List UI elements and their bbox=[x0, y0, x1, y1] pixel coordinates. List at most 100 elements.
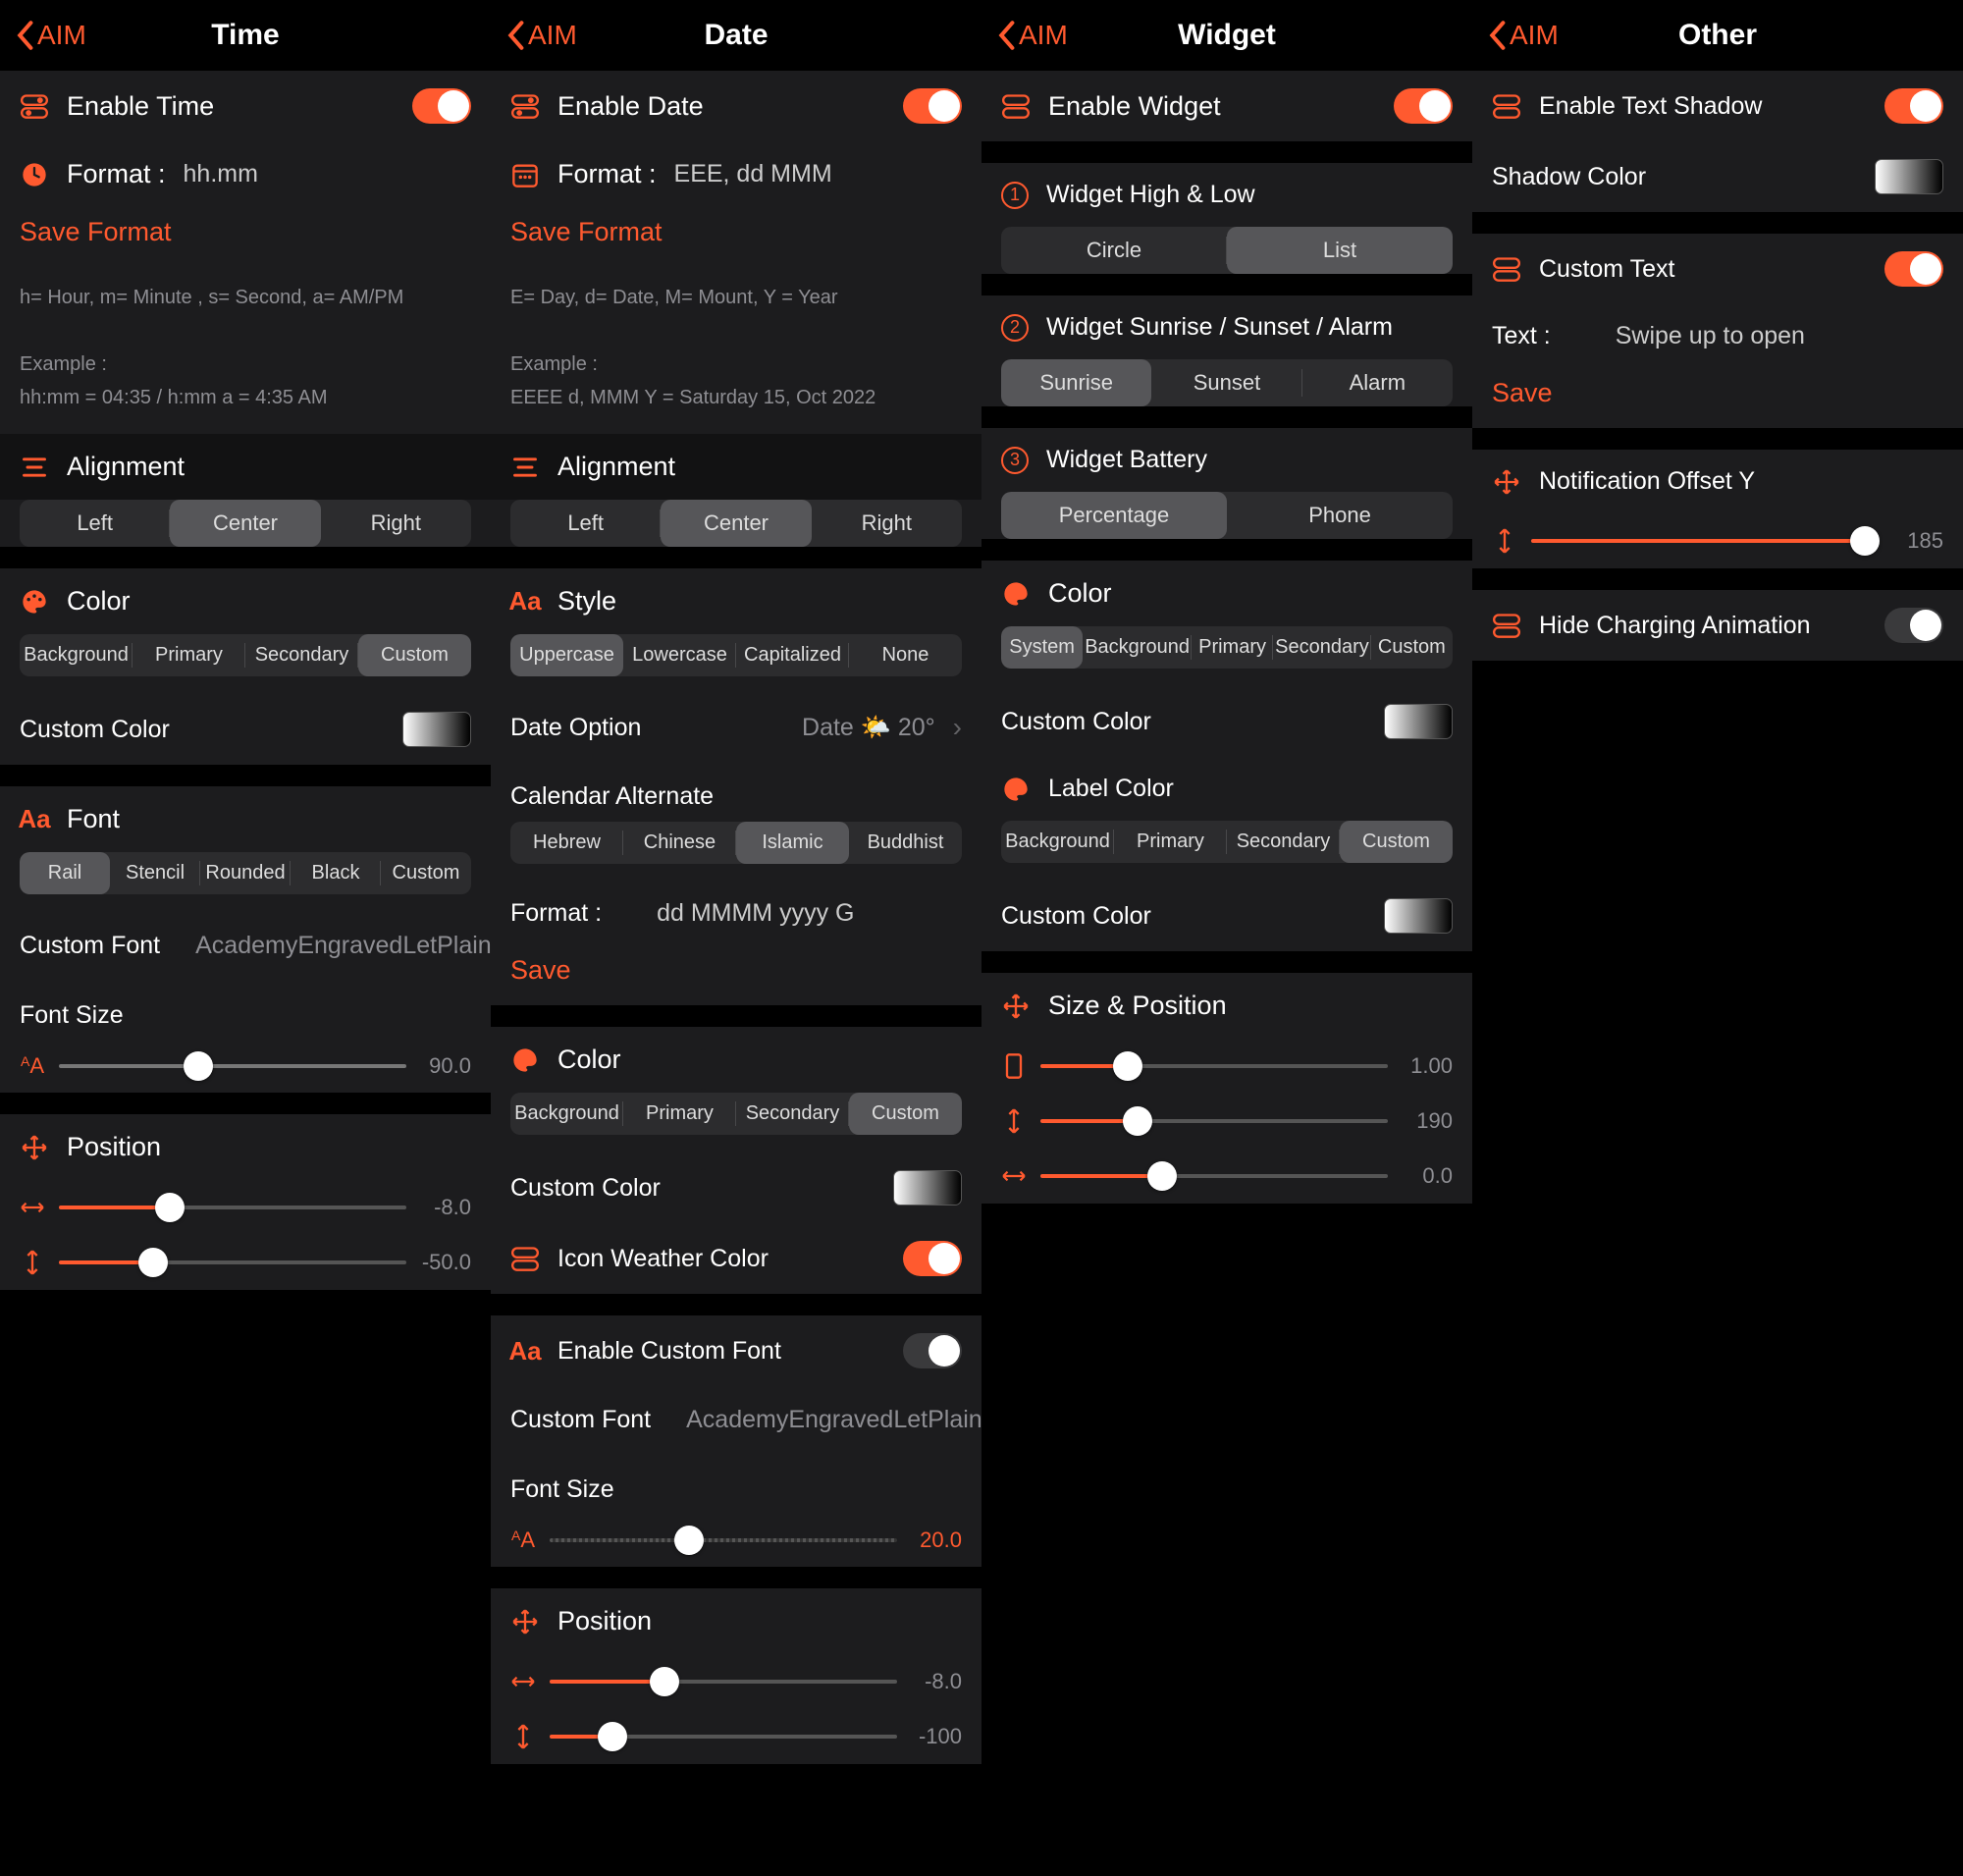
widget-pos-x-slider[interactable] bbox=[1040, 1174, 1388, 1178]
cal-hebrew[interactable]: Hebrew bbox=[510, 822, 623, 864]
font-custom[interactable]: Custom bbox=[381, 852, 471, 894]
w2-alarm[interactable]: Alarm bbox=[1302, 359, 1453, 406]
style-lower[interactable]: Lowercase bbox=[623, 634, 736, 676]
format-row[interactable]: Format : EEE, dd MMM bbox=[491, 141, 982, 207]
color-bg[interactable]: Background bbox=[20, 634, 133, 676]
pos-x-slider[interactable] bbox=[550, 1680, 897, 1684]
save-format-button[interactable]: Save Format bbox=[0, 207, 491, 267]
text-input-row[interactable]: Text : Swipe up to open bbox=[1472, 304, 1963, 368]
align-right[interactable]: Right bbox=[321, 500, 471, 547]
format-row[interactable]: Format : hh.mm bbox=[0, 141, 491, 207]
hide-charging-row: Hide Charging Animation bbox=[1472, 590, 1963, 661]
color-swatch[interactable] bbox=[893, 1170, 962, 1206]
widget3-segment[interactable]: Percentage Phone bbox=[1001, 492, 1453, 539]
save-format-button[interactable]: Save Format bbox=[491, 207, 982, 267]
widget-pos-y-slider[interactable] bbox=[1040, 1119, 1388, 1123]
custom-font-row[interactable]: Custom Font AcademyEngravedLetPlain › bbox=[0, 912, 491, 979]
pos-x-slider[interactable] bbox=[59, 1206, 406, 1209]
color-swatch[interactable] bbox=[402, 712, 471, 747]
color-segment[interactable]: Background Primary Secondary Custom bbox=[510, 1093, 962, 1135]
color-secondary[interactable]: Secondary bbox=[736, 1093, 849, 1135]
font-rail[interactable]: Rail bbox=[20, 852, 110, 894]
color-segment[interactable]: Background Primary Secondary Custom bbox=[20, 634, 471, 676]
text-shadow-toggle[interactable] bbox=[1884, 88, 1943, 124]
back-button[interactable]: AIM bbox=[14, 20, 86, 51]
alignment-segment[interactable]: Left Center Right bbox=[510, 500, 962, 547]
font-rounded[interactable]: Rounded bbox=[200, 852, 291, 894]
notification-offset-header: Notification Offset Y bbox=[1472, 450, 1963, 513]
enable-widget-toggle[interactable] bbox=[1394, 88, 1453, 124]
color-swatch[interactable] bbox=[1875, 159, 1943, 194]
back-button[interactable]: AIM bbox=[1486, 20, 1559, 51]
color-segment[interactable]: System Background Primary Secondary Cust… bbox=[1001, 626, 1453, 669]
align-center[interactable]: Center bbox=[661, 500, 811, 547]
save-button[interactable]: Save bbox=[1472, 368, 1963, 428]
enable-font-toggle[interactable] bbox=[903, 1333, 962, 1368]
custom-color-label: Custom Color bbox=[510, 1174, 661, 1203]
back-button[interactable]: AIM bbox=[995, 20, 1068, 51]
color-bg[interactable]: Background bbox=[1083, 626, 1192, 669]
label-primary[interactable]: Primary bbox=[1114, 821, 1227, 863]
font-black[interactable]: Black bbox=[291, 852, 381, 894]
scale-slider[interactable] bbox=[1040, 1064, 1388, 1068]
label-color-segment[interactable]: Background Primary Secondary Custom bbox=[1001, 821, 1453, 863]
style-none[interactable]: None bbox=[849, 634, 962, 676]
w2-sunset[interactable]: Sunset bbox=[1151, 359, 1301, 406]
color-secondary[interactable]: Secondary bbox=[1273, 626, 1371, 669]
align-center[interactable]: Center bbox=[170, 500, 320, 547]
color-custom[interactable]: Custom bbox=[358, 634, 471, 676]
custom-font-row[interactable]: Custom Font AcademyEngravedLetPlain › bbox=[491, 1386, 982, 1453]
w3-pct[interactable]: Percentage bbox=[1001, 492, 1227, 539]
color-primary[interactable]: Primary bbox=[623, 1093, 736, 1135]
color-primary[interactable]: Primary bbox=[133, 634, 245, 676]
color-swatch[interactable] bbox=[1384, 704, 1453, 739]
w1-list[interactable]: List bbox=[1227, 227, 1453, 274]
color-custom[interactable]: Custom bbox=[849, 1093, 962, 1135]
save-button[interactable]: Save bbox=[491, 945, 982, 1005]
widget2-segment[interactable]: Sunrise Sunset Alarm bbox=[1001, 359, 1453, 406]
style-cap[interactable]: Capitalized bbox=[736, 634, 849, 676]
color-swatch[interactable] bbox=[1384, 898, 1453, 934]
panel-date: AIM Date Enable Date Format : EEE, dd MM… bbox=[491, 0, 982, 1876]
notif-offset-slider[interactable] bbox=[1531, 539, 1879, 543]
w2-sunrise[interactable]: Sunrise bbox=[1001, 359, 1151, 406]
label-custom[interactable]: Custom bbox=[1340, 821, 1453, 863]
font-size-slider[interactable] bbox=[550, 1538, 897, 1542]
enable-time-toggle[interactable] bbox=[412, 88, 471, 124]
font-size-slider[interactable] bbox=[59, 1064, 406, 1068]
pos-y-slider[interactable] bbox=[59, 1260, 406, 1264]
icon-weather-toggle[interactable] bbox=[903, 1241, 962, 1276]
w3-phone[interactable]: Phone bbox=[1227, 492, 1453, 539]
calendar-segment[interactable]: Hebrew Chinese Islamic Buddhist bbox=[510, 822, 962, 864]
w1-circle[interactable]: Circle bbox=[1001, 227, 1227, 274]
color-system[interactable]: System bbox=[1001, 626, 1083, 669]
enable-date-toggle[interactable] bbox=[903, 88, 962, 124]
style-upper[interactable]: Uppercase bbox=[510, 634, 623, 676]
alt-format-row[interactable]: Format : dd MMMM yyyy G bbox=[491, 882, 982, 945]
color-secondary[interactable]: Secondary bbox=[245, 634, 358, 676]
pos-y-slider[interactable] bbox=[550, 1735, 897, 1739]
cal-buddhist[interactable]: Buddhist bbox=[849, 822, 962, 864]
alignment-segment[interactable]: Left Center Right bbox=[20, 500, 471, 547]
format-value: EEE, dd MMM bbox=[674, 160, 832, 188]
align-left[interactable]: Left bbox=[20, 500, 170, 547]
align-left[interactable]: Left bbox=[510, 500, 661, 547]
font-stencil[interactable]: Stencil bbox=[110, 852, 200, 894]
chevron-left-icon bbox=[995, 20, 1017, 51]
color-bg[interactable]: Background bbox=[510, 1093, 623, 1135]
color-primary[interactable]: Primary bbox=[1192, 626, 1273, 669]
hide-charging-toggle[interactable] bbox=[1884, 608, 1943, 643]
align-right[interactable]: Right bbox=[812, 500, 962, 547]
number-1-icon: 1 bbox=[1001, 182, 1029, 209]
back-button[interactable]: AIM bbox=[504, 20, 577, 51]
cal-chinese[interactable]: Chinese bbox=[623, 822, 736, 864]
label-bg[interactable]: Background bbox=[1001, 821, 1114, 863]
date-option-row[interactable]: Date Option Date 🌤️ 20° › bbox=[491, 694, 982, 761]
color-custom[interactable]: Custom bbox=[1371, 626, 1453, 669]
widget1-segment[interactable]: Circle List bbox=[1001, 227, 1453, 274]
font-segment[interactable]: Rail Stencil Rounded Black Custom bbox=[20, 852, 471, 894]
custom-text-toggle[interactable] bbox=[1884, 251, 1943, 287]
cal-islamic[interactable]: Islamic bbox=[736, 822, 849, 864]
label-secondary[interactable]: Secondary bbox=[1227, 821, 1340, 863]
style-segment[interactable]: Uppercase Lowercase Capitalized None bbox=[510, 634, 962, 676]
